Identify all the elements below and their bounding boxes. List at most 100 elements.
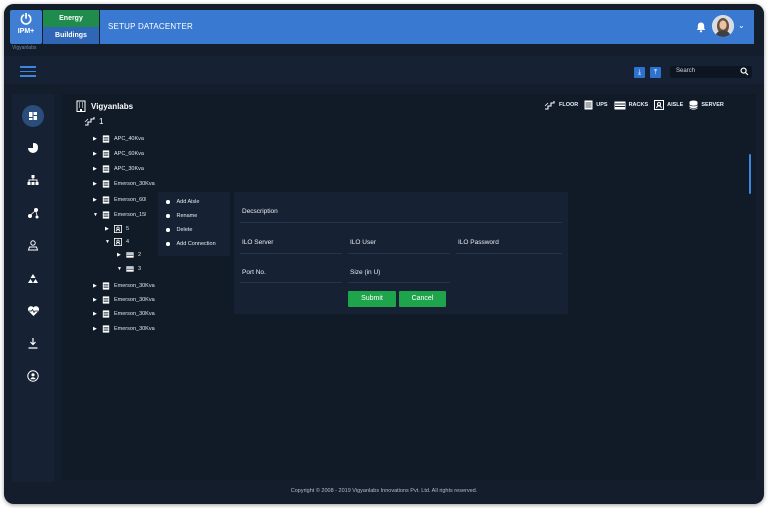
- bullet-icon: [166, 214, 170, 218]
- expand-arrow-icon[interactable]: ▶: [93, 166, 99, 172]
- sidebar-item-recycle[interactable]: [24, 270, 42, 288]
- heart-pulse-icon: [27, 306, 39, 316]
- org-header: Vigyanlabs: [76, 100, 133, 112]
- ups-icon: [102, 135, 110, 143]
- user-group-icon: [27, 240, 39, 251]
- tree-node-ups[interactable]: ▶ APC_60Kva: [93, 149, 144, 159]
- aisle-icon: [114, 225, 122, 233]
- sidebar-item-network[interactable]: [24, 204, 42, 222]
- sidebar-item-hierarchy[interactable]: [24, 171, 42, 189]
- search-input[interactable]: Search: [670, 66, 752, 78]
- energy-assistant-tag[interactable]: Energy Assistant: [43, 10, 99, 39]
- server-icon: [689, 100, 699, 110]
- submit-button[interactable]: Submit: [348, 291, 396, 307]
- menu-item-add-aisle[interactable]: Add Aisle: [166, 199, 199, 205]
- floor-label: 1: [99, 116, 104, 126]
- toolbar: ⤓ ⤒ Search: [4, 56, 764, 84]
- ilo-user-label: ILO User: [350, 239, 377, 246]
- expand-arrow-icon[interactable]: ▶: [93, 197, 99, 203]
- collapse-arrow-icon[interactable]: ▼: [117, 266, 123, 272]
- ilo-password-label: ILO Password: [458, 239, 499, 246]
- size-label: Size (in U): [350, 269, 381, 276]
- ilo-user-field[interactable]: [348, 253, 450, 254]
- legend-server: SERVER: [689, 100, 724, 110]
- sidebar-item-reports[interactable]: [24, 139, 42, 157]
- cancel-button[interactable]: Cancel: [399, 291, 446, 307]
- tree-floor-node[interactable]: 1: [84, 116, 103, 126]
- stairs-icon: [84, 117, 95, 126]
- buildings-tag[interactable]: Buildings: [43, 27, 99, 44]
- collapse-arrow-icon[interactable]: ▼: [105, 239, 111, 245]
- description-label: Decscription: [242, 208, 278, 215]
- power-icon: ⏻: [20, 11, 32, 27]
- bullet-icon: [166, 200, 170, 204]
- tree-node-ups[interactable]: ▶ Emerson_30Kva: [93, 324, 155, 334]
- tree-node-ups[interactable]: ▶ APC_40Kva: [93, 134, 144, 144]
- legend-aisle: AISLE: [654, 100, 683, 110]
- tree-node-ups[interactable]: ▶ Emerson_30Kva: [93, 281, 155, 291]
- chevron-down-icon[interactable]: ⌄: [738, 21, 745, 30]
- page-title: SETUP DATACENTER: [108, 22, 193, 31]
- menu-item-rename[interactable]: Rename: [166, 213, 197, 219]
- tree-node-ups[interactable]: ▶ Emerson_30Kva: [93, 309, 155, 319]
- title-bar: SETUP DATACENTER ⌄: [100, 10, 754, 44]
- sidebar-item-users[interactable]: [24, 236, 42, 254]
- network-icon: [27, 207, 38, 218]
- legend-floor: FLOOR: [544, 100, 578, 110]
- menu-item-add-connection[interactable]: Add Connection: [166, 241, 216, 247]
- tree-node-rack[interactable]: ▶ 2: [117, 250, 141, 260]
- ups-icon: [584, 100, 593, 110]
- ups-icon: [102, 180, 110, 188]
- expand-arrow-icon[interactable]: ▶: [93, 283, 99, 289]
- expand-arrow-icon[interactable]: ▶: [93, 326, 99, 332]
- size-field[interactable]: [348, 282, 450, 283]
- tree-node-aisle[interactable]: ▼ 4: [105, 237, 129, 247]
- collapse-arrow-icon[interactable]: ▼: [93, 212, 99, 218]
- pie-chart-icon: [28, 143, 38, 153]
- tree-node-ups[interactable]: ▶ APC_30Kva: [93, 164, 144, 174]
- tree-node-ups[interactable]: ▶ Emerson_30Kva: [93, 179, 155, 189]
- avatar[interactable]: [712, 15, 734, 37]
- ilo-server-field[interactable]: [240, 253, 342, 254]
- expand-arrow-icon[interactable]: ▶: [93, 297, 99, 303]
- tree-node-ups[interactable]: ▶ Emerson_30Kva: [93, 295, 155, 305]
- aisle-icon: [114, 238, 122, 246]
- port-field[interactable]: [240, 282, 342, 283]
- menu-icon[interactable]: [20, 66, 36, 77]
- expand-arrow-icon[interactable]: ▶: [93, 136, 99, 142]
- tree-node-rack[interactable]: ▼ 3: [117, 264, 141, 274]
- scrollbar[interactable]: [749, 154, 751, 194]
- bullet-icon: [166, 228, 170, 232]
- ups-icon: [102, 211, 110, 219]
- sidebar-item-profile[interactable]: [24, 367, 42, 385]
- menu-item-delete[interactable]: Delete: [166, 227, 192, 233]
- tree-legend: FLOOR UPS RACKS AISLE SERVER: [544, 100, 730, 110]
- expand-arrow-icon[interactable]: ▶: [93, 311, 99, 317]
- ups-icon: [102, 310, 110, 318]
- search-icon[interactable]: [740, 67, 749, 76]
- rack-icon: [126, 252, 134, 258]
- app-logo[interactable]: ⏻ IPM+: [10, 10, 42, 44]
- sidebar-item-download[interactable]: [24, 334, 42, 352]
- expand-arrow-icon[interactable]: ▶: [117, 252, 123, 258]
- search-placeholder: Search: [676, 68, 696, 74]
- tree-node-ups[interactable]: ▼Emerson_15Kva: [93, 210, 146, 220]
- tree-node-aisle[interactable]: ▶ 5: [105, 224, 129, 234]
- user-icon: [27, 370, 39, 382]
- sidebar-item-dashboard[interactable]: [22, 105, 44, 127]
- tree-node-ups[interactable]: ▶Emerson_60Kva: [93, 195, 146, 205]
- expand-arrow-icon[interactable]: ▶: [93, 151, 99, 157]
- expand-arrow-icon[interactable]: ▶: [93, 181, 99, 187]
- download-icon[interactable]: ⤓: [634, 67, 645, 78]
- ilo-password-field[interactable]: [456, 253, 562, 254]
- footer-copyright: Copyright © 2008 - 2019 Vigyanlabs Innov…: [290, 488, 478, 494]
- ilo-server-label: ILO Server: [242, 239, 274, 246]
- sidebar: [12, 94, 54, 482]
- expand-arrow-icon[interactable]: ▶: [105, 226, 111, 232]
- description-field[interactable]: [240, 222, 562, 223]
- upload-icon[interactable]: ⤒: [650, 67, 661, 78]
- bell-icon[interactable]: [695, 21, 707, 33]
- sidebar-item-health[interactable]: [24, 302, 42, 320]
- stairs-icon: [544, 101, 555, 110]
- legend-racks: RACKS: [614, 101, 648, 110]
